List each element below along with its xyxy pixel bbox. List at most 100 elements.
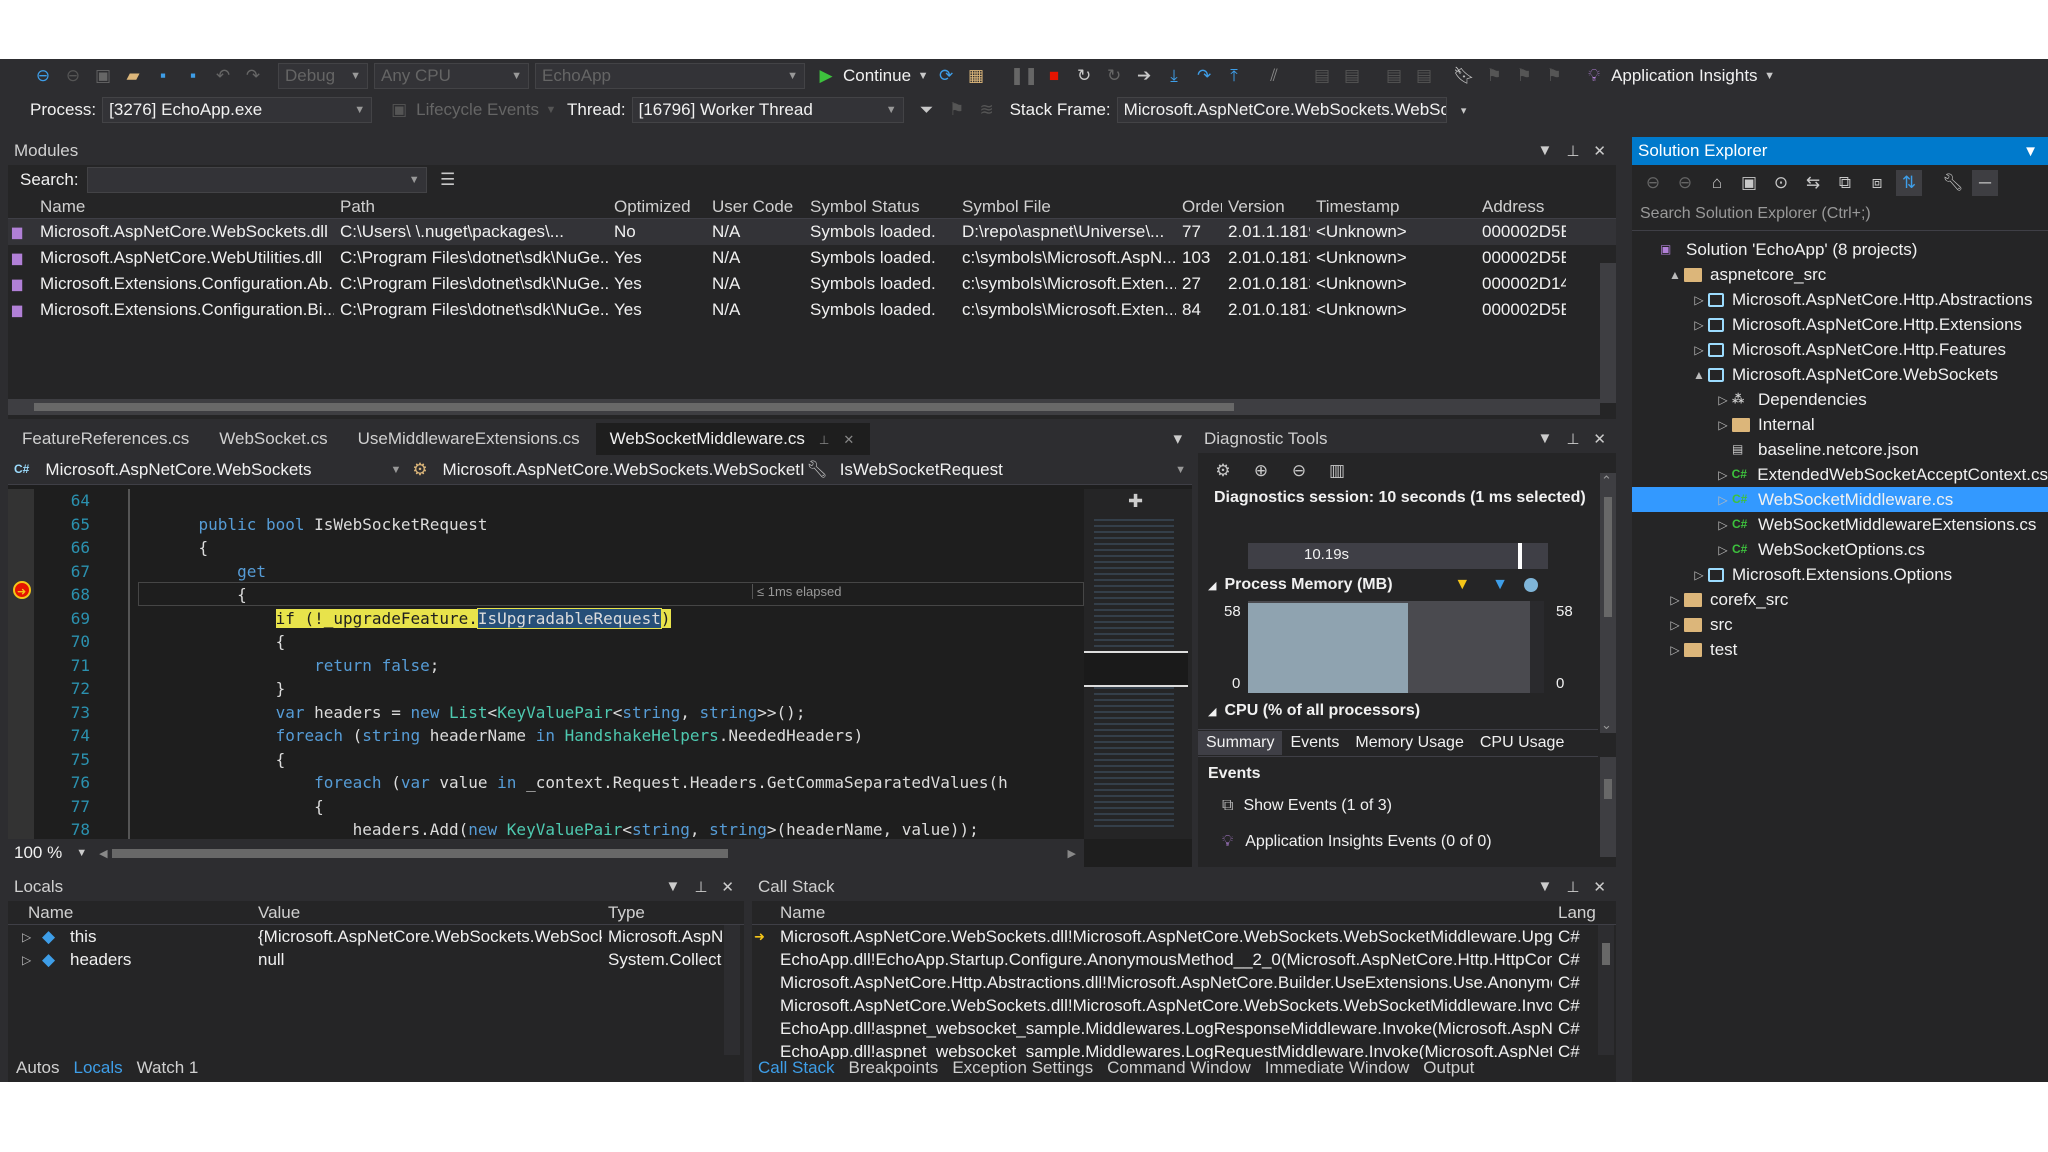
memory-graph[interactable] xyxy=(1248,601,1544,693)
close-tab-icon[interactable]: ✕ xyxy=(843,432,854,447)
step-over-icon[interactable]: ↷ xyxy=(1191,63,1217,89)
back-icon[interactable]: ⊖ xyxy=(1640,170,1666,196)
expand-arrow-icon[interactable]: ▷ xyxy=(1690,318,1708,332)
table-row[interactable]: Microsoft.AspNetCore.Http.Abstractions.d… xyxy=(752,971,1616,994)
diag-tab-summary[interactable]: Summary xyxy=(1198,731,1283,755)
timeline-ruler[interactable]: 10.19s xyxy=(1248,543,1548,569)
tab-overflow-icon[interactable]: ▾ xyxy=(1163,429,1192,455)
code-minimap[interactable]: ✚ xyxy=(1084,489,1192,839)
bottom-tab-watch-1[interactable]: Watch 1 xyxy=(137,1058,199,1078)
lifecycle-events-button[interactable]: Lifecycle Events xyxy=(416,100,539,120)
save-icon[interactable]: ▪ xyxy=(150,63,176,89)
table-row[interactable]: ▆ Microsoft.AspNetCore.WebUtilities.dll C:… xyxy=(8,245,1616,271)
tree-item[interactable]: ▷ src xyxy=(1632,612,2048,637)
table-row[interactable]: ▆ Microsoft.AspNetCore.WebSockets.dll C:\U… xyxy=(8,219,1616,245)
attach-icon[interactable]: ▦ xyxy=(963,63,989,89)
windows-icon[interactable]: ▤ xyxy=(1339,63,1365,89)
configuration-dropdown[interactable]: Debug ▼ xyxy=(278,63,368,89)
expand-arrow-icon[interactable]: ▷ xyxy=(1666,593,1684,607)
tree-item[interactable]: ▷ corefx_src xyxy=(1632,587,2048,612)
expand-arrow-icon[interactable]: ▷ xyxy=(1714,543,1732,557)
preview-icon[interactable]: ─ xyxy=(1972,170,1998,196)
next-bookmark-icon[interactable]: ⚑ xyxy=(1511,63,1537,89)
modules-vscroll[interactable] xyxy=(1600,263,1616,403)
column-header-optimized[interactable]: Optimized xyxy=(608,197,706,217)
column-header-path[interactable]: Path xyxy=(334,197,608,217)
table-row[interactable]: EchoApp.dll!EchoApp.Startup.Configure.An… xyxy=(752,948,1616,971)
sync-icon[interactable]: ⇆ xyxy=(1800,170,1826,196)
column-header-version[interactable]: Version xyxy=(1222,197,1310,217)
prev-bookmark-icon[interactable]: ⚑ xyxy=(1481,63,1507,89)
callstack-vscroll[interactable] xyxy=(1598,925,1614,1055)
flag-threads-icon[interactable]: ⚑ xyxy=(944,97,970,123)
column-header-order[interactable]: Order xyxy=(1176,197,1222,217)
ai-events-row[interactable]: 💡︎ Application Insights Events (0 of 0) xyxy=(1222,829,1492,855)
column-header-name[interactable]: Name xyxy=(774,903,1552,923)
window-position-icon[interactable]: ▼ xyxy=(2023,143,2038,160)
pin-icon[interactable]: ⊥ xyxy=(1566,430,1579,448)
member-nav-dropdown[interactable]: IsWebSocketRequest ▼ xyxy=(834,457,1192,483)
platform-dropdown[interactable]: Any CPU ▼ xyxy=(374,63,529,89)
tree-item[interactable]: ▷ ⁂ Dependencies xyxy=(1632,387,2048,412)
startup-project-dropdown[interactable]: EchoApp ▼ xyxy=(535,63,805,89)
class-nav-dropdown[interactable]: Microsoft.AspNetCore.WebSockets.WebSocke… xyxy=(437,457,805,483)
code-area[interactable]: ➜ 64 65 66 67 68 69 70 71 72 73 74 75 76 77 78 public … xyxy=(8,489,1084,839)
stop-icon[interactable]: ■ xyxy=(1041,63,1067,89)
expand-arrow-icon[interactable]: ▷ xyxy=(1714,468,1732,482)
editor-tab[interactable]: UseMiddlewareExtensions.cs xyxy=(344,429,596,455)
editor-tab[interactable]: FeatureReferences.cs xyxy=(8,429,205,455)
forward-icon[interactable]: ⊖ xyxy=(1672,170,1698,196)
table-row[interactable]: ▆ Microsoft.Extensions.Configuration.Ab..… xyxy=(8,271,1616,297)
diag-tab-events[interactable]: Events xyxy=(1282,731,1347,755)
table-row[interactable]: ▷ ◆ headers null System.Collecti xyxy=(8,948,744,971)
diag-vscroll-top[interactable]: ⌃ ⌄ xyxy=(1600,473,1616,733)
column-header-symbol-file[interactable]: Symbol File xyxy=(956,197,1176,217)
back-icon[interactable]: ⊖ xyxy=(30,63,56,89)
expand-arrow-icon[interactable]: ▷ xyxy=(1690,293,1708,307)
close-icon[interactable]: ✕ xyxy=(721,878,734,896)
tree-item[interactable]: ▣ Solution 'EchoApp' (8 projects) xyxy=(1632,237,2048,262)
home-icon[interactable]: ⌂ xyxy=(1704,170,1730,196)
bottom-tab-immediate-window[interactable]: Immediate Window xyxy=(1265,1058,1410,1078)
tree-item[interactable]: ▷ C# WebSocketOptions.cs xyxy=(1632,537,2048,562)
tree-item[interactable]: ▤ baseline.netcore.json xyxy=(1632,437,2048,462)
forward-icon[interactable]: ⊖ xyxy=(60,63,86,89)
continue-button[interactable]: Continue xyxy=(843,66,911,86)
pin-icon[interactable]: ⊥ xyxy=(694,878,707,896)
hscroll-left-icon[interactable]: ◀ xyxy=(99,847,107,860)
column-header-name[interactable]: Name xyxy=(22,903,252,923)
diag-tab-cpu-usage[interactable]: CPU Usage xyxy=(1472,731,1572,755)
window-position-icon[interactable]: ▼ xyxy=(1537,430,1552,448)
solution-search-input[interactable]: Search Solution Explorer (Ctrl+;) xyxy=(1632,201,2048,231)
diag-vscroll-thumb[interactable] xyxy=(1604,497,1612,617)
app-insights-icon[interactable]: 💡︎ xyxy=(1581,63,1607,89)
app-insights-button[interactable]: Application Insights xyxy=(1611,66,1757,86)
tree-item[interactable]: ▷ Microsoft.Extensions.Options xyxy=(1632,562,2048,587)
column-header-user-code[interactable]: User Code xyxy=(706,197,804,217)
diag-tab-memory-usage[interactable]: Memory Usage xyxy=(1347,731,1471,755)
continue-dropdown-icon[interactable]: ▼ xyxy=(917,63,929,89)
lifecycle-dropdown-icon[interactable]: ▼ xyxy=(545,97,557,123)
table-row[interactable]: ➜ Microsoft.AspNetCore.WebSockets.dll!Mic… xyxy=(752,925,1616,948)
threads-icon[interactable]: ▤ xyxy=(1309,63,1335,89)
minimap-add-icon[interactable]: ✚ xyxy=(1128,491,1143,512)
show-next-statement-icon[interactable]: ➔ xyxy=(1131,63,1157,89)
expand-arrow-icon[interactable]: ▷ xyxy=(1714,393,1732,407)
column-header-value[interactable]: Value xyxy=(252,903,602,923)
tree-item[interactable]: ▷ test xyxy=(1632,637,2048,662)
table-row[interactable]: Microsoft.AspNetCore.WebSockets.dll!Micr… xyxy=(752,994,1616,1017)
tree-item[interactable]: ▷ C# WebSocketMiddlewareExtensions.cs xyxy=(1632,512,2048,537)
diag-events-scroll-thumb[interactable] xyxy=(1604,779,1612,799)
expand-arrow-icon[interactable]: ▷ xyxy=(1714,493,1732,507)
tree-item[interactable]: ▷ Microsoft.AspNetCore.Http.Abstractions xyxy=(1632,287,2048,312)
table-row[interactable]: EchoApp.dll!aspnet_websocket_sample.Midd… xyxy=(752,1017,1616,1040)
collapse-icon[interactable]: ◢ xyxy=(1208,579,1216,592)
new-project-icon[interactable]: ▣ xyxy=(90,63,116,89)
expand-arrow-icon[interactable]: ▲ xyxy=(1666,268,1684,282)
step-into-icon[interactable]: ⤓ xyxy=(1161,63,1187,89)
column-header-name[interactable]: Name xyxy=(34,197,334,217)
column-header-address[interactable]: Address xyxy=(1476,197,1566,217)
pin-tab-icon[interactable]: ⊥ xyxy=(819,433,829,447)
app-insights-dropdown-icon[interactable]: ▼ xyxy=(1764,63,1776,89)
restart-icon[interactable]: ⟳ xyxy=(933,63,959,89)
